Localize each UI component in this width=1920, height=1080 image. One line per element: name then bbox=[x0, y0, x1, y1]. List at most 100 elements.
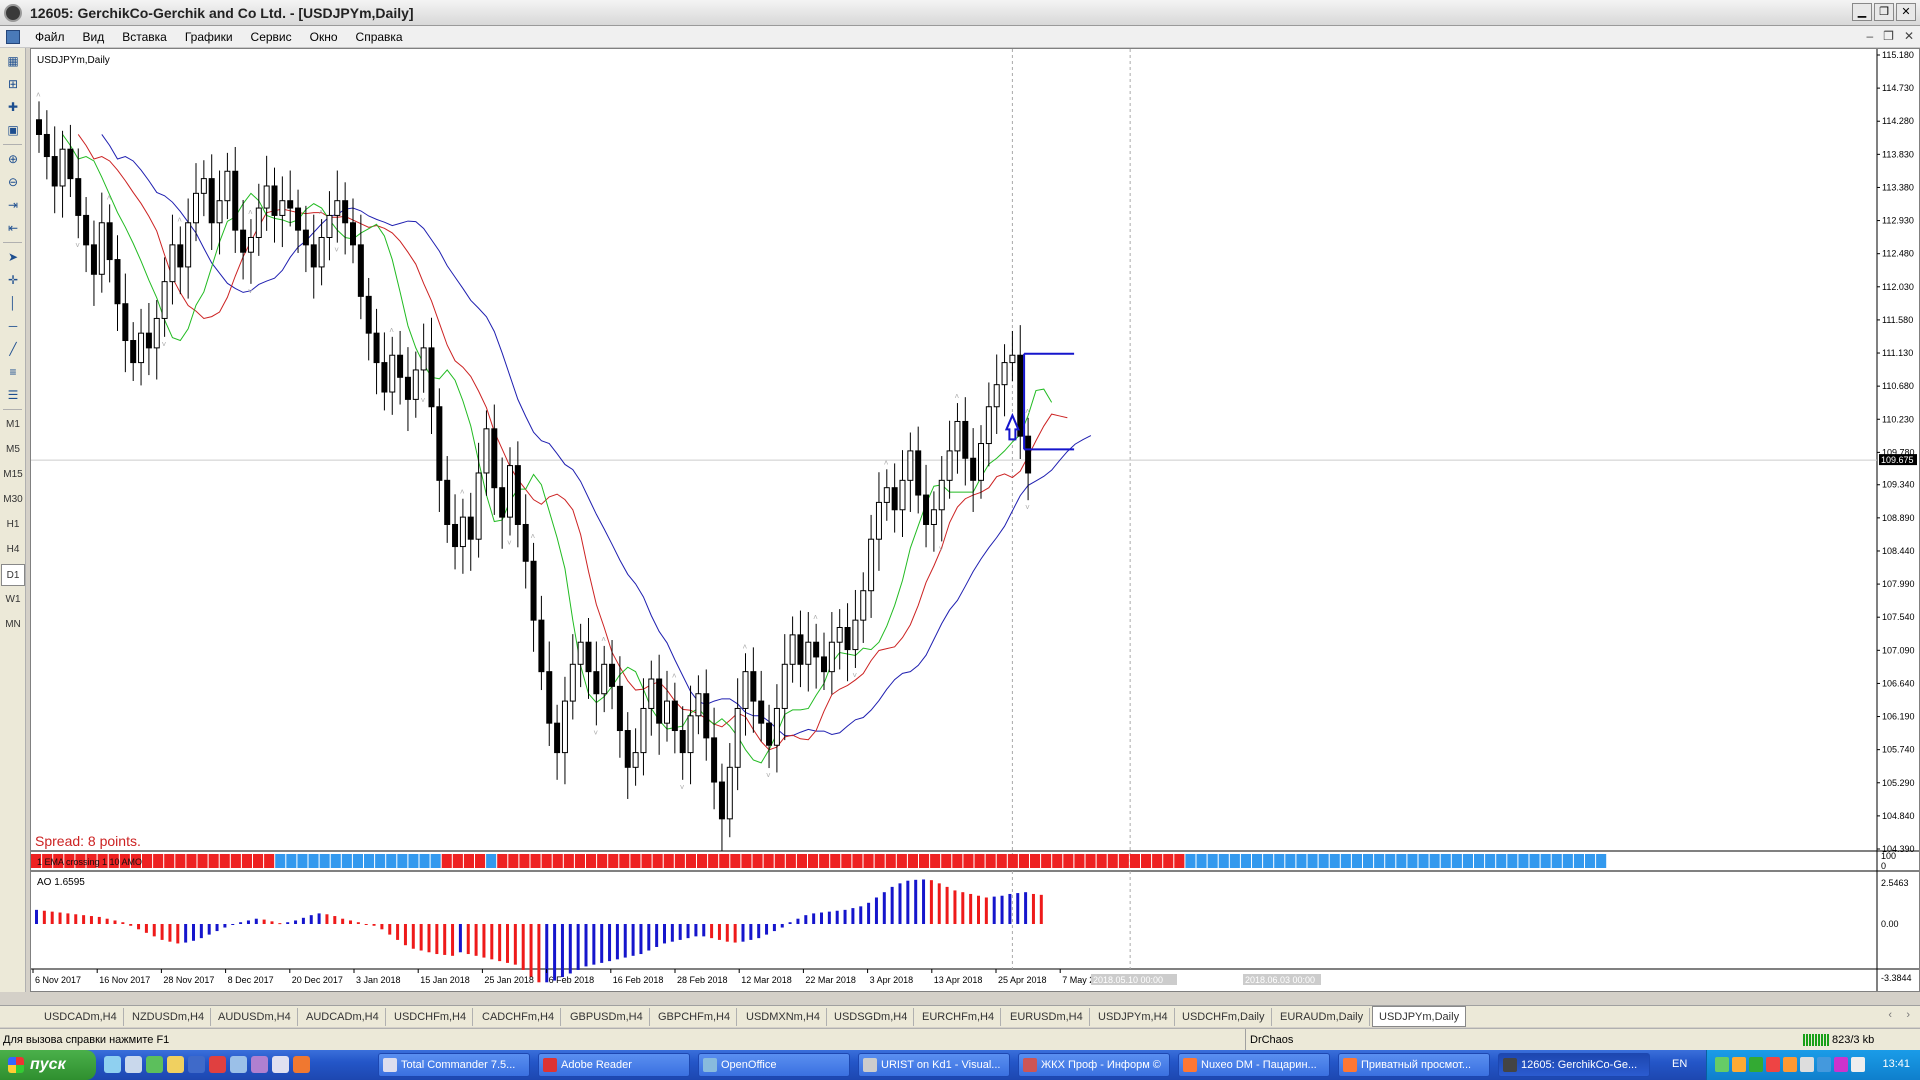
menu-help[interactable]: Справка bbox=[347, 30, 412, 44]
network-icon[interactable] bbox=[125, 1056, 142, 1073]
crosshair-icon[interactable]: ✛ bbox=[3, 270, 23, 290]
tab-nzdusdm-h4[interactable]: NZDUSDm,H4 bbox=[126, 1008, 212, 1026]
add-chart-icon[interactable]: ✚ bbox=[3, 97, 23, 117]
tab-gbpchfm-h4[interactable]: GBPCHFm,H4 bbox=[652, 1008, 738, 1026]
autoscroll-icon[interactable]: ⇤ bbox=[3, 218, 23, 238]
task-total-commander[interactable]: Total Commander 7.5... bbox=[378, 1053, 530, 1077]
close-button[interactable]: ✕ bbox=[1896, 3, 1916, 21]
task-private-browsing[interactable]: Приватный просмот... bbox=[1338, 1053, 1490, 1077]
price-chart[interactable]: ˄ ˅ ˄ ˅ ˄ ˄ ˅ ˄ ˅ ˄ ˅ ˄ ˅ ˄ ˅ ˄ ˄ ˅ ˄ ˅ ˄ ˅ ˄ ˅ ˄ ˄ ˅ 115.180 114.7… bbox=[31, 49, 1919, 991]
tab-usdcadm-h4[interactable]: USDCADm,H4 bbox=[38, 1008, 124, 1026]
tray-icon-1[interactable] bbox=[1715, 1057, 1729, 1072]
save-icon[interactable] bbox=[188, 1056, 205, 1073]
timeframe-m1[interactable]: M1 bbox=[1, 414, 25, 436]
indicator-band-bar bbox=[1507, 854, 1518, 868]
indicator-label: 1 EMA crossing 1 10 AMO bbox=[37, 857, 142, 867]
tab-usdjpym-h4[interactable]: USDJPYm,H4 bbox=[1092, 1008, 1175, 1026]
price-tick-label: 105.740 bbox=[1882, 745, 1915, 755]
task-zhkh[interactable]: ЖКХ Проф - Информ © bbox=[1018, 1053, 1170, 1077]
restore-button[interactable]: ❐ bbox=[1874, 3, 1894, 21]
task-terminal[interactable]: 12605: GerchikCo-Ge... bbox=[1498, 1053, 1650, 1077]
zoom-in-icon[interactable]: ⊕ bbox=[3, 149, 23, 169]
timeframe-h4[interactable]: H4 bbox=[1, 539, 25, 561]
task-urist[interactable]: URIST on Kd1 - Visual... bbox=[858, 1053, 1010, 1077]
tab-eurchfm-h4[interactable]: EURCHFm,H4 bbox=[916, 1008, 1002, 1026]
tabs-scroll-left-icon[interactable]: ‹ bbox=[1888, 1009, 1892, 1021]
tab-usdjpym-daily[interactable]: USDJPYm,Daily bbox=[1372, 1006, 1467, 1027]
ie-icon[interactable] bbox=[104, 1056, 121, 1073]
task-nuxeo[interactable]: Nuxeo DM - Пацарин... bbox=[1178, 1053, 1330, 1077]
tab-audcadm-h4[interactable]: AUDCADm,H4 bbox=[300, 1008, 386, 1026]
channel-icon[interactable]: ≡ bbox=[3, 362, 23, 382]
tray-icon-4[interactable] bbox=[1766, 1057, 1780, 1072]
tab-eurusdm-h4[interactable]: EURUSDm,H4 bbox=[1004, 1008, 1090, 1026]
chart-window-icon[interactable] bbox=[6, 29, 20, 44]
templates-icon[interactable]: ▣ bbox=[3, 120, 23, 140]
new-chart-icon[interactable]: ▦ bbox=[3, 51, 23, 71]
timeframe-m30[interactable]: M30 bbox=[1, 489, 25, 511]
terminal-icon[interactable] bbox=[272, 1056, 289, 1073]
cursor-icon[interactable]: ➤ bbox=[3, 247, 23, 267]
candle-body bbox=[978, 443, 984, 481]
indicator-band-bar bbox=[519, 854, 530, 868]
menu-file[interactable]: Файл bbox=[26, 30, 74, 44]
tray-icon-8[interactable] bbox=[1834, 1057, 1848, 1072]
tab-usdmxnm-h4[interactable]: USDMXNm,H4 bbox=[740, 1008, 827, 1026]
ao-bar bbox=[576, 924, 580, 970]
price-tick-label: 108.440 bbox=[1882, 546, 1915, 556]
chart-shift-icon[interactable]: ⇥ bbox=[3, 195, 23, 215]
tab-usdchfm-h4[interactable]: USDCHFm,H4 bbox=[388, 1008, 474, 1026]
minimize-button[interactable]: ▁ bbox=[1852, 3, 1872, 21]
task-openoffice[interactable]: OpenOffice bbox=[698, 1053, 850, 1077]
tab-gbpusdm-h4[interactable]: GBPUSDm,H4 bbox=[564, 1008, 650, 1026]
app-logo-icon bbox=[4, 3, 22, 22]
menu-insert[interactable]: Вставка bbox=[113, 30, 176, 44]
timeframe-m15[interactable]: M15 bbox=[1, 464, 25, 486]
ao-scale-top: 2.5463 bbox=[1881, 878, 1909, 888]
language-indicator[interactable]: EN bbox=[1672, 1058, 1687, 1070]
tray-icon-7[interactable] bbox=[1817, 1057, 1831, 1072]
volume-icon[interactable] bbox=[1851, 1057, 1865, 1072]
tray-icon-3[interactable] bbox=[1749, 1057, 1763, 1072]
pdf-icon[interactable] bbox=[209, 1056, 226, 1073]
settings-icon[interactable] bbox=[146, 1056, 163, 1073]
menu-window[interactable]: Окно bbox=[301, 30, 347, 44]
tray-icon-5[interactable] bbox=[1783, 1057, 1797, 1072]
horizontal-line-icon[interactable]: ─ bbox=[3, 316, 23, 336]
tab-euraudm-daily[interactable]: EURAUDm,Daily bbox=[1274, 1008, 1371, 1026]
start-button[interactable]: пуск bbox=[0, 1050, 96, 1080]
timeframe-w1[interactable]: W1 bbox=[1, 589, 25, 611]
vertical-line-icon[interactable]: │ bbox=[3, 293, 23, 313]
menu-tools[interactable]: Сервис bbox=[242, 30, 301, 44]
profiles-icon[interactable]: ⊞ bbox=[3, 74, 23, 94]
zoom-out-icon[interactable]: ⊖ bbox=[3, 172, 23, 192]
tray-icon-6[interactable] bbox=[1800, 1057, 1814, 1072]
tray-icon-2[interactable] bbox=[1732, 1057, 1746, 1072]
fibonacci-icon[interactable]: ☰ bbox=[3, 385, 23, 405]
app-icon[interactable] bbox=[251, 1056, 268, 1073]
firefox-icon[interactable] bbox=[293, 1056, 310, 1073]
timeframe-h1[interactable]: H1 bbox=[1, 514, 25, 536]
tabs-scroll-right-icon[interactable]: › bbox=[1906, 1009, 1910, 1021]
folder-icon[interactable] bbox=[167, 1056, 184, 1073]
task-adobe-reader[interactable]: Adobe Reader bbox=[538, 1053, 690, 1077]
chart-restore-icon[interactable]: ❐ bbox=[1883, 29, 1894, 43]
menu-view[interactable]: Вид bbox=[74, 30, 114, 44]
timeframe-mn[interactable]: MN bbox=[1, 614, 25, 636]
chart-canvas[interactable]: ˄ ˅ ˄ ˅ ˄ ˄ ˅ ˄ ˅ ˄ ˅ ˄ ˅ ˄ ˅ ˄ ˄ ˅ ˄ ˅ ˄ ˅ ˄ ˅ ˄ ˄ ˅ 115.180 114.7… bbox=[30, 48, 1920, 992]
candle-body bbox=[899, 479, 906, 511]
timeframe-m5[interactable]: M5 bbox=[1, 439, 25, 461]
calc-icon[interactable] bbox=[230, 1056, 247, 1073]
candle-body bbox=[624, 730, 631, 768]
menu-charts[interactable]: Графики bbox=[176, 30, 242, 44]
tab-usdsgdm-h4[interactable]: USDSGDm,H4 bbox=[828, 1008, 915, 1026]
chart-close-icon[interactable]: ✕ bbox=[1904, 29, 1914, 43]
chart-minimize-icon[interactable]: – bbox=[1866, 29, 1873, 43]
timeframe-d1[interactable]: D1 bbox=[1, 564, 25, 586]
ao-bar bbox=[992, 896, 996, 924]
tab-audusdm-h4[interactable]: AUDUSDm,H4 bbox=[212, 1008, 298, 1026]
trendline-icon[interactable]: ╱ bbox=[3, 339, 23, 359]
candle-body bbox=[334, 200, 341, 216]
tab-usdchfm-daily[interactable]: USDCHFm,Daily bbox=[1176, 1008, 1272, 1026]
tab-cadchfm-h4[interactable]: CADCHFm,H4 bbox=[476, 1008, 562, 1026]
